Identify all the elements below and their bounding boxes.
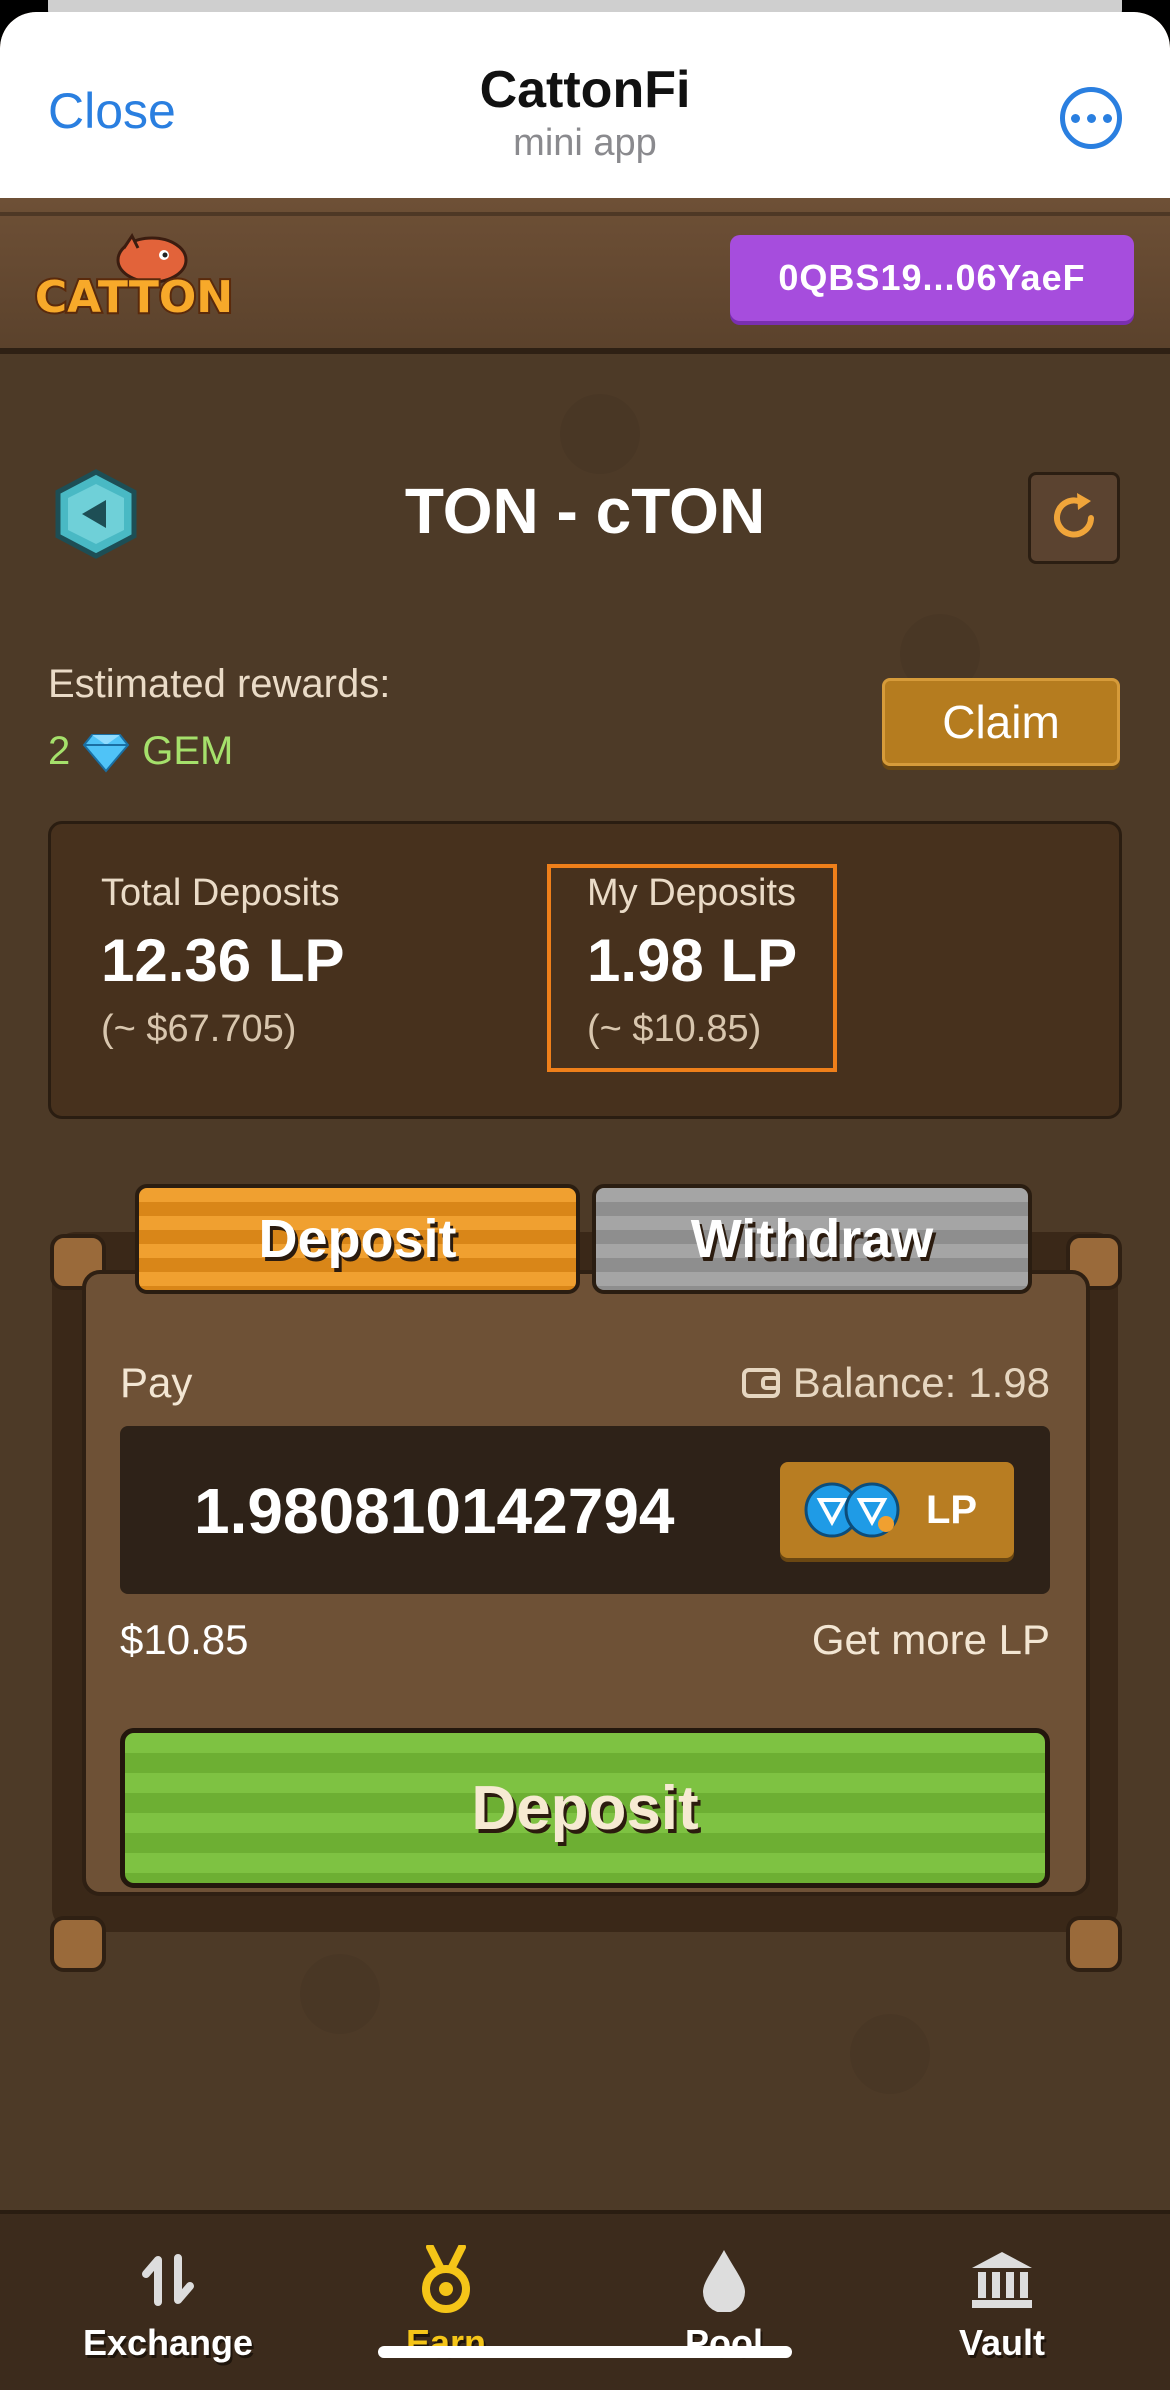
pool-pair-title: TON - cTON [404,475,766,547]
lp-token-selector[interactable]: LP [780,1462,1014,1558]
app-top-bar: CATTON 0QBS19...06YaeF [0,198,1170,354]
mini-app-sheet: Close CattonFi mini app CATTON 0QBS19...… [0,12,1170,2390]
frame-corner [50,1916,106,1972]
gem-icon [82,733,130,773]
nav-item-exchange[interactable]: Exchange [22,2214,314,2390]
frame-corner [1066,1916,1122,1972]
wallet-address-button[interactable]: 0QBS19...06YaeF [730,235,1134,321]
ton-ctoN-pair-icon [804,1482,900,1538]
main-content: TON - cTON Estimated rewards: 2 GEM Clai… [0,354,1170,2222]
nav-item-vault[interactable]: Vault [856,2214,1148,2390]
more-options-icon[interactable] [1060,87,1122,149]
nav-label: Exchange [82,2322,254,2363]
pay-label: Pay [120,1359,193,1406]
claim-button[interactable]: Claim [882,678,1120,766]
deposit-submit-button[interactable]: Deposit [120,1728,1050,1888]
nav-item-pool[interactable]: Pool [578,2214,870,2390]
wallet-icon [741,1368,780,1398]
medal-icon [414,2245,478,2313]
my-deposits-usd: (~ $10.85) [587,1008,762,1050]
refresh-icon [1054,493,1094,538]
my-deposits-value: 1.98 LP [587,927,798,994]
paw-pattern [300,1954,380,2034]
app-subtitle: mini app [513,122,657,164]
amount-usd-value: $10.85 [120,1616,249,1663]
total-deposits-label: Total Deposits [101,872,340,914]
balance-label: Balance: [792,1359,957,1406]
estimated-rewards-label: Estimated rewards: [48,662,391,706]
bottom-navigation: Exchange Earn Pool Vault [0,2210,1170,2390]
catton-logo[interactable]: CATTON [34,230,234,320]
get-more-lp-link[interactable]: Get more LP [812,1616,1050,1664]
amount-field: LP [120,1426,1050,1594]
paw-pattern [850,2014,930,2094]
home-indicator [378,2346,792,2358]
telegram-header: Close CattonFi mini app [0,12,1170,198]
tab-deposit[interactable]: Deposit [135,1184,580,1294]
deposits-stats-card: Total Deposits 12.36 LP (~ $67.705) My D… [48,821,1122,1119]
nav-label: Vault [958,2322,1046,2363]
bar-stripe [0,212,1170,216]
my-deposits-label: My Deposits [587,872,797,914]
nav-item-earn[interactable]: Earn [300,2214,592,2390]
lp-token-label: LP [926,1487,978,1532]
app-title: CattonFi [479,61,691,119]
refresh-button[interactable] [1028,472,1120,564]
rewards-amount: 2 [48,729,71,773]
logo-wordmark: CATTON [35,272,233,320]
rewards-token: GEM [142,729,234,773]
estimated-rewards-value: 2 GEM [48,729,233,774]
total-deposits-usd: (~ $67.705) [101,1008,297,1050]
total-deposits-value: 12.36 LP [101,927,345,994]
paw-pattern [560,394,640,474]
balance-value: 1.98 [968,1359,1050,1406]
amount-input[interactable] [192,1460,726,1562]
swap-arrows-icon [136,2248,200,2312]
balance-display: Balance: 1.98 [741,1359,1050,1407]
tab-withdraw[interactable]: Withdraw [592,1184,1032,1294]
bank-icon [970,2248,1034,2312]
drop-icon [692,2248,756,2312]
